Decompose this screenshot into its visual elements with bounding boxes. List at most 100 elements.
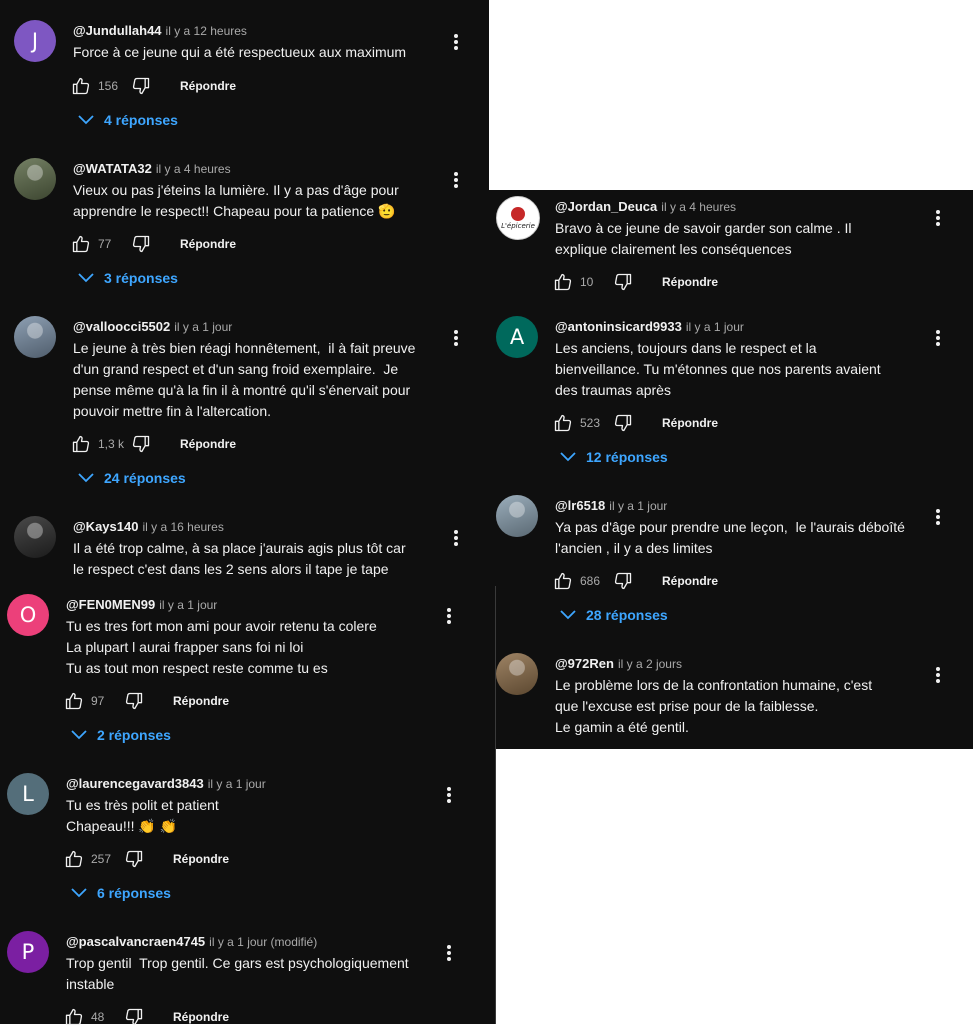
replies-count: 6 réponses (97, 885, 171, 901)
comment-author[interactable]: @WATATA32 (73, 161, 152, 176)
avatar[interactable] (14, 316, 56, 358)
reply-button[interactable]: Répondre (662, 275, 718, 289)
dislike-icon[interactable] (130, 234, 152, 254)
comment-time[interactable]: il y a 1 jour (159, 598, 217, 612)
view-replies-button[interactable]: 2 réponses (71, 727, 171, 743)
comment-header: @pascalvancraen4745 il y a 1 jour (modifi… (66, 933, 317, 951)
reply-button[interactable]: Répondre (180, 237, 236, 251)
comment-author[interactable]: @valloocci5502 (73, 319, 170, 334)
avatar[interactable] (496, 653, 538, 695)
dislike-icon[interactable] (123, 1007, 145, 1027)
dislike-icon[interactable] (612, 413, 634, 433)
like-icon[interactable] (70, 434, 92, 454)
comment-text: Tu es très polit et patient Chapeau!!! 👏… (66, 797, 219, 834)
comment-author[interactable]: @laurencegavard3843 (66, 776, 204, 791)
comment-author[interactable]: @FEN0MEN99 (66, 597, 155, 612)
more-options-icon[interactable] (451, 528, 461, 548)
like-icon[interactable] (552, 413, 574, 433)
comment-time[interactable]: il y a 4 heures (156, 162, 231, 176)
comment-actions: 257 Répondre (63, 849, 229, 869)
reply-button[interactable]: Répondre (662, 416, 718, 430)
comment-time[interactable]: il y a 1 jour (686, 320, 744, 334)
avatar[interactable]: J (14, 20, 56, 62)
avatar[interactable] (14, 158, 56, 200)
reply-button[interactable]: Répondre (173, 694, 229, 708)
reply-button[interactable]: Répondre (662, 574, 718, 588)
avatar[interactable]: A (496, 316, 538, 358)
comment-time[interactable]: il y a 1 jour (609, 499, 667, 513)
comment-header: @antoninsicard9933 il y a 1 jour (555, 318, 744, 336)
comment-text: Force à ce jeune qui a été respectueux a… (73, 44, 407, 60)
like-icon[interactable] (70, 234, 92, 254)
more-options-icon[interactable] (933, 328, 943, 348)
avatar-photo-icon (496, 495, 538, 537)
comment-text: Les anciens, toujours dans le respect et… (555, 340, 881, 398)
more-options-icon[interactable] (933, 507, 943, 527)
like-icon[interactable] (63, 691, 85, 711)
comment-text: Trop gentil Trop gentil. Ce gars est psy… (66, 955, 409, 992)
more-options-icon[interactable] (451, 32, 461, 52)
view-replies-button[interactable]: 3 réponses (78, 270, 178, 286)
more-options-icon[interactable] (451, 328, 461, 348)
more-options-icon[interactable] (451, 170, 461, 190)
comment-header: @Jordan_Deuca il y a 4 heures (555, 198, 736, 216)
comment-author[interactable]: @lr6518 (555, 498, 605, 513)
comment-time[interactable]: il y a 16 heures (142, 520, 223, 534)
dislike-icon[interactable] (130, 76, 152, 96)
comment-author[interactable]: @Kays140 (73, 519, 138, 534)
replies-count: 28 réponses (586, 607, 668, 623)
like-count: 156 (98, 79, 119, 93)
comment-author[interactable]: @972Ren (555, 656, 614, 671)
avatar[interactable]: O (7, 594, 49, 636)
like-icon[interactable] (552, 272, 574, 292)
comment-author[interactable]: @antoninsicard9933 (555, 319, 682, 334)
comment-text: Vieux ou pas j'éteins la lumière. Il y a… (73, 182, 399, 219)
comment-time[interactable]: il y a 4 heures (661, 200, 736, 214)
like-icon[interactable] (70, 76, 92, 96)
view-replies-button[interactable]: 24 réponses (78, 470, 186, 486)
comment-author[interactable]: @Jundullah44 (73, 23, 162, 38)
chevron-down-icon (78, 473, 104, 483)
more-options-icon[interactable] (933, 208, 943, 228)
comment-actions: 523 Répondre (552, 413, 718, 433)
avatar[interactable] (14, 516, 56, 558)
view-replies-button[interactable]: 28 réponses (560, 607, 668, 623)
dislike-icon[interactable] (612, 272, 634, 292)
comment-header: @valloocci5502 il y a 1 jour (73, 318, 232, 336)
comment: L'épicerie @Jordan_Deuca il y a 4 heures Br… (496, 196, 956, 257)
avatar[interactable] (496, 495, 538, 537)
dislike-icon[interactable] (130, 434, 152, 454)
view-replies-button[interactable]: 4 réponses (78, 112, 178, 128)
chevron-down-icon (78, 115, 104, 125)
more-options-icon[interactable] (444, 785, 454, 805)
reply-button[interactable]: Répondre (180, 437, 236, 451)
like-icon[interactable] (63, 1007, 85, 1027)
more-options-icon[interactable] (444, 606, 454, 626)
comment-time[interactable]: il y a 1 jour (modifié) (209, 935, 317, 949)
avatar-logo-icon: L'épicerie (501, 206, 535, 230)
comment-time[interactable]: il y a 2 jours (618, 657, 682, 671)
comment-time[interactable]: il y a 12 heures (166, 24, 247, 38)
avatar[interactable]: L'épicerie (496, 196, 540, 240)
like-icon[interactable] (552, 571, 574, 591)
avatar[interactable]: P (7, 931, 49, 973)
reply-button[interactable]: Répondre (173, 852, 229, 866)
dislike-icon[interactable] (612, 571, 634, 591)
view-replies-button[interactable]: 6 réponses (71, 885, 171, 901)
comment-text: Ya pas d'âge pour prendre une leçon, le … (555, 519, 905, 556)
dislike-icon[interactable] (123, 691, 145, 711)
avatar[interactable]: L (7, 773, 49, 815)
like-icon[interactable] (63, 849, 85, 869)
comment-author[interactable]: @pascalvancraen4745 (66, 934, 205, 949)
dislike-icon[interactable] (123, 849, 145, 869)
reply-button[interactable]: Répondre (173, 1010, 229, 1024)
comment-time[interactable]: il y a 1 jour (208, 777, 266, 791)
reply-button[interactable]: Répondre (180, 79, 236, 93)
like-count: 10 (580, 275, 594, 289)
view-replies-button[interactable]: 12 réponses (560, 449, 668, 465)
replies-count: 12 réponses (586, 449, 668, 465)
more-options-icon[interactable] (444, 943, 454, 963)
comment-author[interactable]: @Jordan_Deuca (555, 199, 657, 214)
more-options-icon[interactable] (933, 665, 943, 685)
comment-time[interactable]: il y a 1 jour (174, 320, 232, 334)
